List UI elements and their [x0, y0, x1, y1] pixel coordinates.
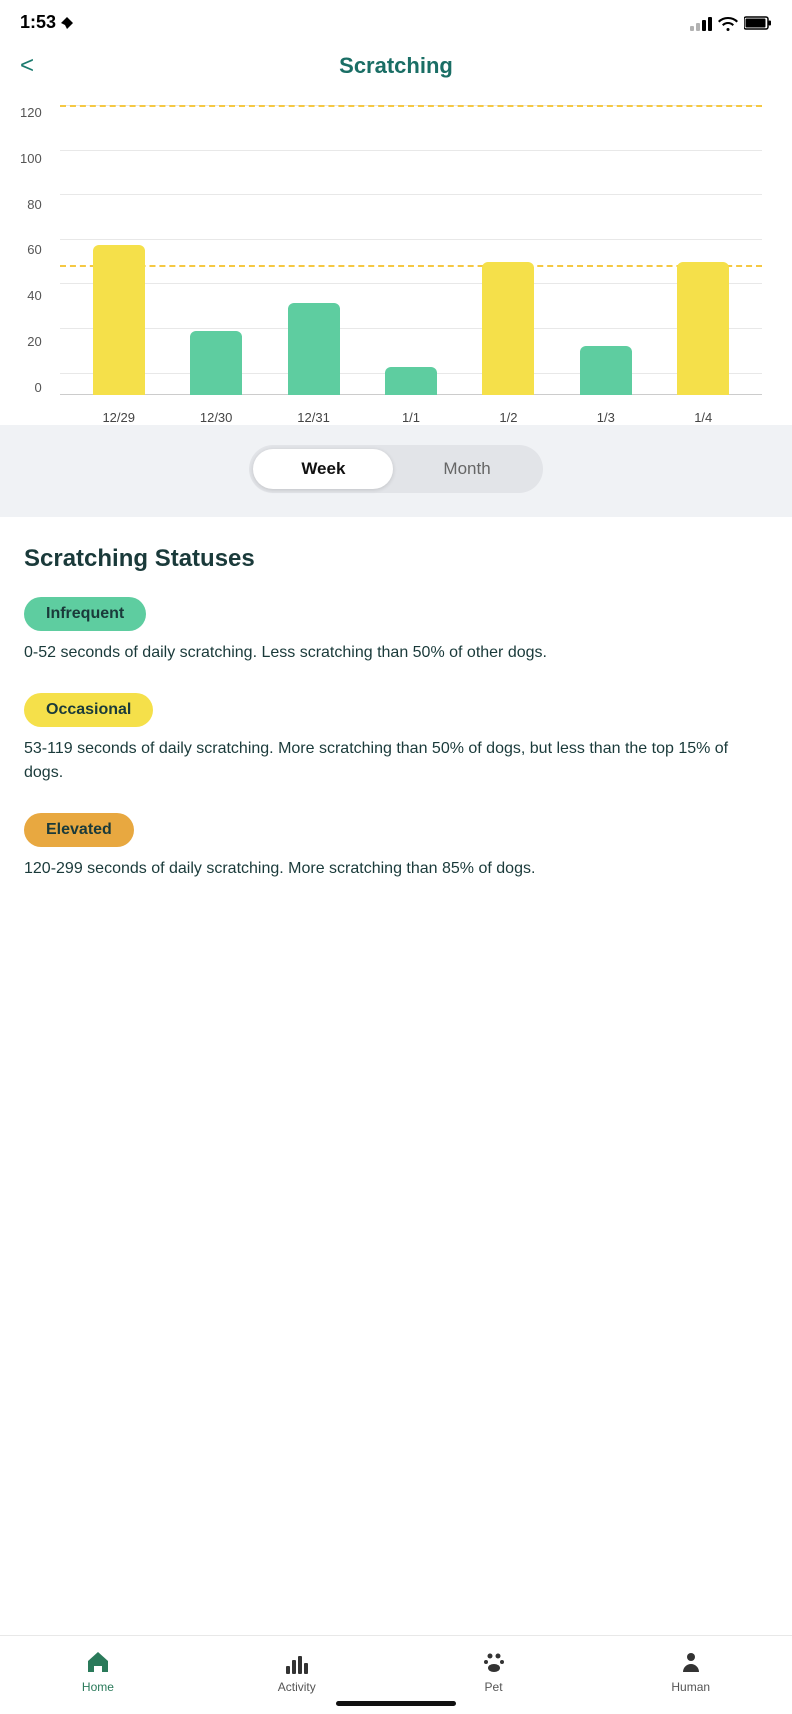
header: < Scratching	[0, 41, 792, 95]
battery-icon	[744, 16, 772, 30]
y-label-20: 20	[27, 334, 41, 349]
x-label-1230: 12/30	[167, 410, 264, 425]
badge-elevated: Elevated	[24, 813, 134, 847]
y-label-60: 60	[27, 242, 41, 257]
bar-group-12	[460, 262, 557, 395]
chart-inner: 120 100 80 60 40 20 0	[60, 105, 762, 425]
y-axis: 120 100 80 60 40 20 0	[20, 105, 48, 395]
signal-icon	[690, 15, 712, 31]
bar-11	[385, 367, 437, 395]
x-label-13: 1/3	[557, 410, 654, 425]
desc-elevated: 120-299 seconds of daily scratching. Mor…	[24, 857, 768, 881]
status-item-infrequent: Infrequent 0-52 seconds of daily scratch…	[24, 597, 768, 665]
x-label-1229: 12/29	[70, 410, 167, 425]
x-axis: 12/29 12/30 12/31 1/1 1/2 1/3 1/4	[60, 410, 762, 425]
home-indicator	[336, 1701, 456, 1706]
badge-occasional: Occasional	[24, 693, 153, 727]
bar-group-1230	[167, 331, 264, 396]
bar-14	[677, 262, 729, 395]
x-label-11: 1/1	[362, 410, 459, 425]
pet-icon	[480, 1648, 508, 1676]
status-bar: 1:53	[0, 0, 792, 41]
toggle-container: Week Month	[0, 425, 792, 517]
desc-occasional: 53-119 seconds of daily scratching. More…	[24, 737, 768, 785]
section-title: Scratching Statuses	[24, 545, 768, 573]
bar-group-14	[655, 262, 752, 395]
home-icon	[84, 1648, 112, 1676]
bar-group-13	[557, 346, 654, 395]
desc-infrequent: 0-52 seconds of daily scratching. Less s…	[24, 641, 768, 665]
y-label-120: 120	[20, 105, 42, 120]
status-time: 1:53	[20, 12, 56, 33]
badge-infrequent: Infrequent	[24, 597, 146, 631]
nav-label-activity: Activity	[278, 1680, 316, 1694]
x-label-14: 1/4	[655, 410, 752, 425]
nav-label-home: Home	[82, 1680, 114, 1694]
week-toggle-btn[interactable]: Week	[253, 449, 393, 489]
page-title: Scratching	[339, 53, 453, 79]
activity-icon	[283, 1648, 311, 1676]
x-label-1231: 12/31	[265, 410, 362, 425]
nav-label-pet: Pet	[485, 1680, 503, 1694]
y-label-100: 100	[20, 151, 42, 166]
bar-1230	[190, 331, 242, 396]
x-label-12: 1/2	[460, 410, 557, 425]
bar-group-11	[362, 367, 459, 395]
bar-group-1231	[265, 303, 362, 395]
human-icon	[677, 1648, 705, 1676]
bar-13	[580, 346, 632, 395]
month-toggle-btn[interactable]: Month	[395, 449, 538, 489]
wifi-icon	[718, 15, 738, 31]
content-section: Scratching Statuses Infrequent 0-52 seco…	[0, 517, 792, 1009]
status-icons	[690, 15, 772, 31]
nav-item-pet[interactable]: Pet	[480, 1648, 508, 1694]
toggle-group: Week Month	[249, 445, 542, 493]
chart-container: 120 100 80 60 40 20 0	[0, 95, 792, 425]
nav-item-home[interactable]: Home	[82, 1648, 114, 1694]
back-button[interactable]: <	[20, 54, 34, 78]
nav-item-human[interactable]: Human	[671, 1648, 710, 1694]
location-icon	[60, 16, 74, 30]
bar-1229	[93, 245, 145, 396]
bar-1231	[288, 303, 340, 395]
y-label-0: 0	[34, 380, 41, 395]
bars-area	[60, 105, 762, 395]
y-label-40: 40	[27, 288, 41, 303]
bar-group-1229	[70, 245, 167, 396]
y-label-80: 80	[27, 197, 41, 212]
status-item-occasional: Occasional 53-119 seconds of daily scrat…	[24, 693, 768, 785]
nav-item-activity[interactable]: Activity	[278, 1648, 316, 1694]
status-item-elevated: Elevated 120-299 seconds of daily scratc…	[24, 813, 768, 881]
nav-label-human: Human	[671, 1680, 710, 1694]
bar-12	[482, 262, 534, 395]
